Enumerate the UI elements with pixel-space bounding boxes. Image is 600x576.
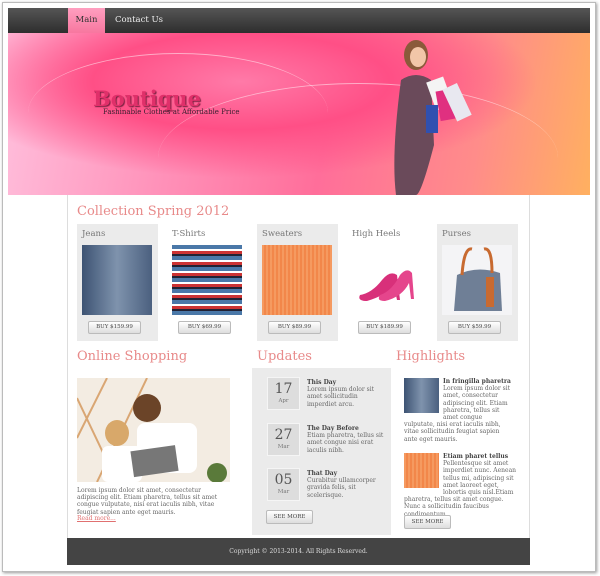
highlight-item: In fringilla pharetra Lorem ipsum dolor s… (404, 378, 514, 443)
buy-button[interactable]: BUY $69.99 (178, 321, 231, 334)
date-day: 27 (274, 427, 293, 443)
collection-title: Collection Spring 2012 (77, 204, 230, 219)
top-nav: Main Contact Us (8, 8, 590, 33)
update-text: Lorem ipsum dolor sit amet sollicitudin … (307, 386, 375, 408)
product-card-sweaters: Sweaters BUY $89.99 (257, 224, 338, 341)
date-month: Mar (277, 489, 290, 495)
copyright-text: Copyright © 2013-2014. All Rights Reserv… (229, 548, 368, 555)
product-name: High Heels (352, 229, 401, 239)
buy-button[interactable]: BUY $89.99 (268, 321, 321, 334)
highlight-sweater-thumbnail (404, 453, 439, 488)
online-shopping-text: Lorem ipsum dolor sit amet, consectetur … (77, 487, 218, 516)
highlights-title: Highlights (396, 349, 466, 364)
product-name: Jeans (82, 229, 106, 239)
read-more-link[interactable]: Read more... (77, 515, 116, 522)
highlight-jeans-thumbnail (404, 378, 439, 413)
couple-laptop-image (77, 378, 230, 482)
hero-banner: Boutique Fashinable Clothes at Affordabl… (8, 33, 590, 195)
update-text: Etiam pharetra, tellus sit amet congue n… (307, 432, 384, 454)
date-day: 05 (274, 472, 293, 488)
date-month: Apr (278, 398, 289, 404)
update-heading: That Day (307, 470, 338, 477)
highlight-item: Etiam pharet tellus Pellentesque sit amet… (404, 453, 517, 518)
highlight-heading: Etiam pharet tellus (443, 453, 509, 460)
tagline: Fashinable Clothes at Affordable Price (103, 108, 240, 116)
date-badge: 05 Mar (267, 468, 300, 501)
buy-button[interactable]: BUY $59.99 (448, 321, 501, 334)
product-card-purses: Purses BUY $59.99 (437, 224, 518, 341)
updates-see-more-button[interactable]: SEE MORE (266, 510, 313, 524)
update-text: Curabitur ullamcorper gravida felis, sit… (307, 477, 376, 499)
sweater-image (262, 245, 332, 315)
product-name: Sweaters (262, 229, 303, 239)
buy-button[interactable]: BUY $189.99 (358, 321, 411, 334)
update-heading: The Day Before (307, 425, 359, 432)
product-card-high-heels: High Heels BUY $189.99 (347, 224, 428, 341)
product-name: T-Shirts (172, 229, 206, 239)
update-item: That Day Curabitur ullamcorper gravida fe… (307, 470, 387, 499)
footer: Copyright © 2013-2014. All Rights Reserv… (67, 538, 530, 565)
highlights-see-more-button[interactable]: SEE MORE (404, 515, 451, 529)
high-heels-image (359, 270, 414, 301)
updates-title: Updates (257, 349, 312, 364)
date-badge: 27 Mar (267, 423, 300, 456)
product-name: Purses (442, 229, 472, 239)
update-item: This Day Lorem ipsum dolor sit amet solli… (307, 379, 387, 408)
date-day: 17 (274, 381, 293, 397)
purse-image (442, 245, 512, 315)
update-heading: This Day (307, 379, 337, 386)
buy-button[interactable]: BUY $159.99 (88, 321, 141, 334)
date-month: Mar (277, 444, 290, 450)
jeans-image (82, 245, 152, 315)
highlight-heading: In fringilla pharetra (443, 378, 511, 385)
date-badge: 17 Apr (267, 377, 300, 410)
update-item: The Day Before Etiam pharetra, tellus sit… (307, 425, 387, 454)
model-shopping-bags-image (394, 40, 472, 195)
nav-main[interactable]: Main (68, 8, 105, 33)
tshirt-image (172, 245, 242, 315)
online-shopping-title: Online Shopping (77, 349, 188, 364)
updates-panel: 17 Apr This Day Lorem ipsum dolor sit amet… (252, 368, 391, 535)
product-card-tshirts: T-Shirts BUY $69.99 (167, 224, 248, 341)
nav-contact-us[interactable]: Contact Us (115, 8, 163, 33)
product-card-jeans: Jeans BUY $159.99 (77, 224, 158, 341)
